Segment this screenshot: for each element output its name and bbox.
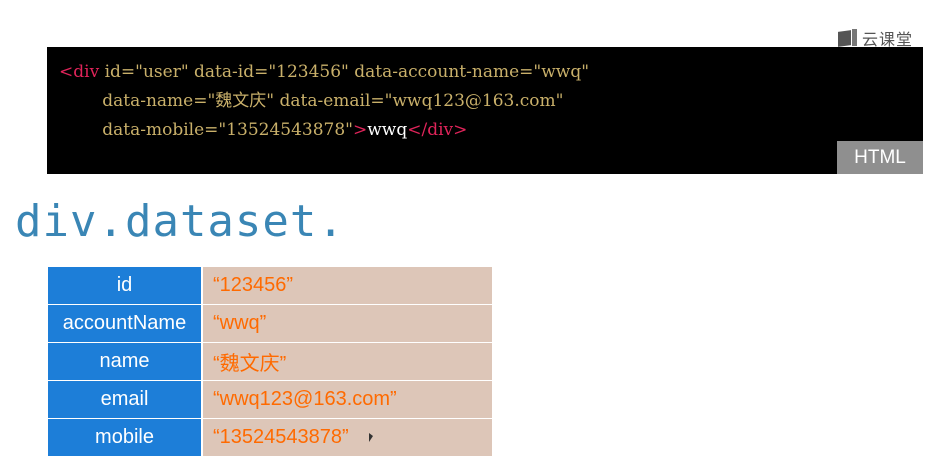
code-line-1: <div id="user" data-id="123456" data-acc…	[59, 58, 589, 87]
table-row: name “魏文庆”	[48, 342, 492, 381]
row-value-with-cursor: “13524543878”	[202, 418, 492, 457]
table-row: id “123456”	[48, 267, 492, 305]
code-token: >	[353, 120, 368, 140]
row-key: email	[48, 380, 203, 419]
code-line-2: data-name="魏文庆" data-email="wwq123@163.c…	[59, 87, 589, 116]
table-row: accountName “wwq”	[48, 304, 492, 343]
page-title: div.dataset.	[15, 196, 345, 247]
book-logo-icon	[837, 29, 858, 47]
dataset-table: id “123456” accountName “wwq” name “魏文庆”…	[48, 267, 492, 457]
code-token: wwq	[367, 120, 408, 140]
table-row: mobile “13524543878”	[48, 418, 492, 457]
row-key: name	[48, 342, 203, 381]
code-block: <div id="user" data-id="123456" data-acc…	[59, 58, 589, 145]
row-key: id	[48, 267, 203, 305]
row-value: “wwq”	[202, 304, 492, 343]
row-value: “123456”	[202, 267, 492, 305]
language-badge: HTML	[837, 141, 923, 174]
row-value: “wwq123@163.com”	[202, 380, 492, 419]
table-row: email “wwq123@163.com”	[48, 380, 492, 419]
code-token: data-mobile="13524543878"	[59, 120, 353, 140]
code-token: data-name="魏文庆" data-email="wwq123@163.c…	[59, 91, 564, 111]
row-key: mobile	[48, 418, 203, 457]
code-token: <div	[59, 62, 105, 82]
row-value: “13524543878”	[213, 426, 349, 448]
code-token: </div>	[407, 120, 468, 140]
code-line-3: data-mobile="13524543878">wwq</div>	[59, 116, 589, 145]
mouse-cursor-icon	[368, 433, 373, 443]
row-value: “魏文庆”	[202, 342, 492, 381]
code-panel: <div id="user" data-id="123456" data-acc…	[47, 47, 923, 174]
row-key: accountName	[48, 304, 203, 343]
code-token: id="user" data-id="123456" data-account-…	[104, 62, 590, 82]
